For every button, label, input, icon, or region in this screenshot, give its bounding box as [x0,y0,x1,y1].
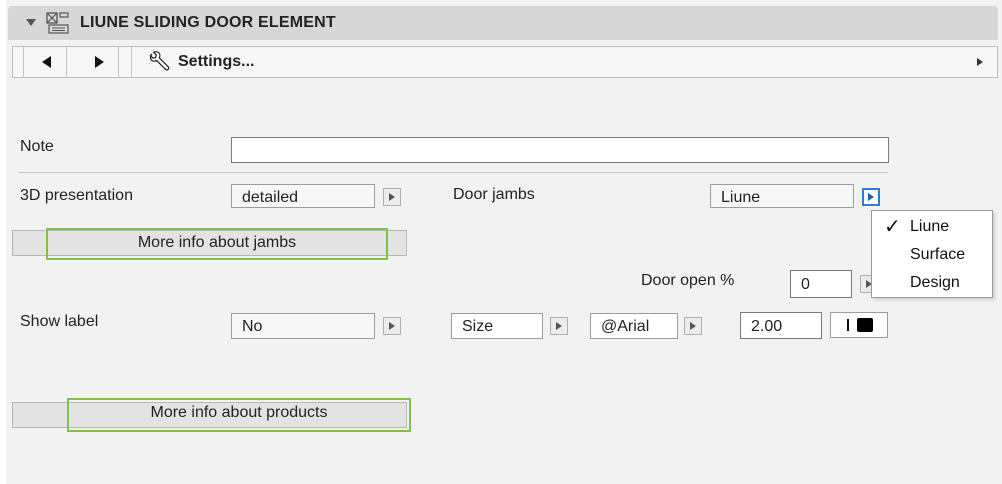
more-jambs-button-label[interactable]: More info about jambs [46,228,388,260]
divider [18,172,888,173]
door-jambs-popup-menu: ✓ Liune Surface Design [871,210,993,298]
expand-arrow-icon [977,58,983,66]
presentation-select[interactable]: detailed [231,184,375,208]
menu-item-label: Surface [910,246,966,263]
pen-bar-icon [847,319,849,331]
door-open-input[interactable]: 0 [790,270,852,298]
font-select[interactable]: @Arial [590,313,678,339]
panel-title: LIUNE SLIDING DOOR ELEMENT [80,14,336,31]
more-products-button-label[interactable]: More info about products [67,398,411,432]
settings-label: Settings... [178,53,255,70]
settings-button[interactable]: Settings... [131,47,997,77]
door-element-icon [46,12,69,34]
presentation-dropdown-button[interactable] [383,188,401,206]
products-info-button[interactable]: More info about products [12,398,411,432]
menu-item-label: Design [910,274,960,291]
menu-item-surface[interactable]: Surface [872,243,992,267]
left-arrow-icon [42,56,51,68]
label-size-select[interactable]: Size [451,313,543,339]
font-dropdown-button[interactable] [684,317,702,335]
menu-item-label: Liune [910,218,950,235]
presentation-label: 3D presentation [20,187,133,204]
note-input[interactable] [231,137,889,163]
door-jambs-label: Door jambs [453,186,535,203]
next-button[interactable] [75,47,119,77]
show-label-select[interactable]: No [231,313,375,339]
black-pen-square-icon [857,318,873,332]
panel-header[interactable]: LIUNE SLIDING DOOR ELEMENT [8,6,998,40]
wrench-icon [149,51,170,71]
door-jambs-select[interactable]: Liune [710,184,854,208]
menu-item-design[interactable]: Design [872,271,992,295]
collapse-triangle-icon[interactable] [26,19,36,26]
door-open-label: Door open % [641,272,735,289]
pen-color-swatch[interactable] [830,312,888,338]
previous-button[interactable] [23,47,67,77]
right-arrow-icon [95,56,104,68]
show-label-dropdown-button[interactable] [383,317,401,335]
note-label: Note [20,138,54,155]
jambs-info-button[interactable]: More info about jambs [12,228,407,260]
label-size-dropdown-button[interactable] [550,317,568,335]
text-height-input[interactable]: 2.00 [740,312,822,339]
door-jambs-dropdown-button[interactable] [862,188,880,206]
show-label-label: Show label [20,313,99,330]
checkmark-icon: ✓ [884,216,901,238]
menu-item-liune[interactable]: ✓ Liune [872,215,992,239]
toolbar: Settings... [12,46,998,78]
